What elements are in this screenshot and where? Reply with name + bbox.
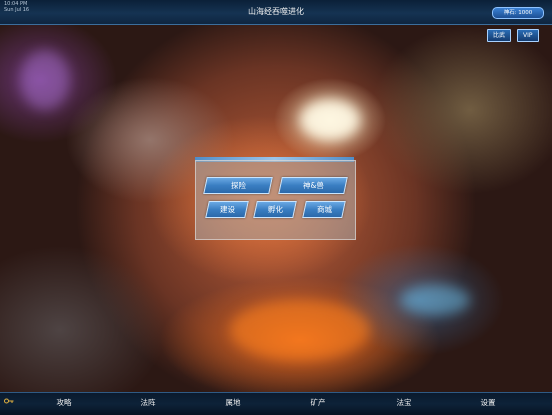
nav-mine[interactable]: 矿产 — [298, 398, 338, 408]
key-icon — [4, 398, 14, 404]
spirit-stone-counter: 神石: 1000 — [492, 7, 544, 19]
light-burst — [300, 100, 360, 140]
vip-button[interactable]: VIP — [517, 29, 539, 42]
explore-label: 探险 — [230, 181, 246, 190]
nav-treasure[interactable]: 法宝 — [384, 398, 424, 408]
nav-territory[interactable]: 属地 — [213, 398, 253, 408]
lightning-glow — [20, 50, 70, 110]
nav-settings[interactable]: 设置 — [468, 398, 508, 408]
explore-button[interactable]: 探险 — [203, 177, 273, 194]
main-menu-panel — [195, 160, 356, 240]
compete-button[interactable]: 比武 — [487, 29, 512, 42]
shop-label: 商城 — [316, 205, 332, 214]
nav-guide[interactable]: 攻略 — [44, 398, 84, 408]
incubate-label: 孵化 — [267, 205, 283, 214]
build-label: 建设 — [219, 205, 235, 214]
incubate-button[interactable]: 孵化 — [253, 201, 297, 218]
beast-label: 神&兽 — [302, 181, 324, 190]
beast-button[interactable]: 神&兽 — [278, 177, 348, 194]
game-title: 山海经吞噬进化 — [248, 7, 304, 16]
build-button[interactable]: 建设 — [205, 201, 249, 218]
nav-formation[interactable]: 法阵 — [128, 398, 168, 408]
top-bar: 10:04 PM Sun Jul 16 山海经吞噬进化 神石: 1000 — [0, 0, 552, 25]
blue-magic-glow — [400, 285, 470, 315]
lava-glow — [230, 300, 370, 360]
shop-button[interactable]: 商城 — [302, 201, 346, 218]
